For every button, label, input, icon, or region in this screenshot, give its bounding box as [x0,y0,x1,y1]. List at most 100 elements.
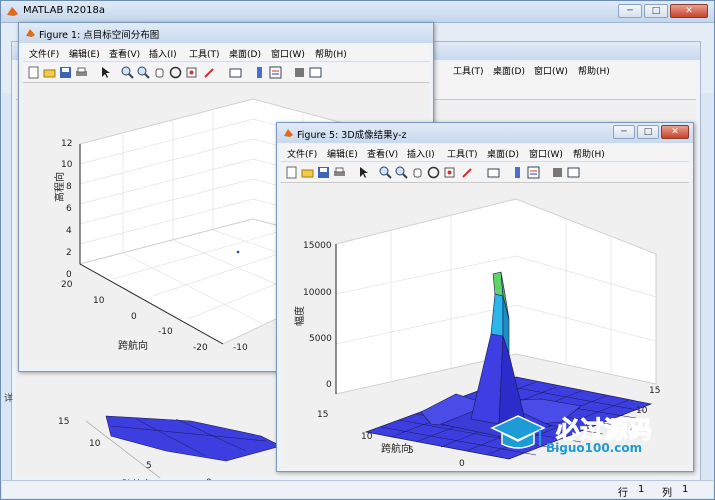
bg-menu-window[interactable]: 窗口(W) [534,64,568,77]
f1-zlabel: 高程向 [55,172,66,202]
f5-ztick-15000: 15000 [303,241,332,251]
menu-view[interactable]: 查看(V) [109,47,140,60]
maximize-button[interactable]: □ [644,4,668,18]
f5-xlabel: 跨航向 [381,444,411,455]
f1-ztick-2: 2 [66,248,72,258]
legend-icon[interactable] [527,166,540,179]
col-value: 1 [682,484,689,495]
figure-icon [26,29,35,37]
pointer-icon[interactable] [99,66,112,79]
link-plot-icon[interactable] [229,66,242,79]
brush-icon[interactable] [203,66,216,79]
f5-ytick-15: 15 [317,410,329,420]
menu-insert[interactable]: 插入(I) [149,47,177,60]
f1-ztick-4: 4 [66,226,72,236]
menu-file[interactable]: 文件(F) [287,147,317,160]
graduation-cap-logo-icon [490,415,546,449]
pointer-icon[interactable] [357,166,370,179]
menu-tools[interactable]: 工具(T) [189,47,220,60]
figure5-title: Figure 5: 3D成像结果y-z [297,130,407,141]
app-title: MATLAB R2018a [23,5,106,16]
f1-ztick-0: 0 [66,270,72,280]
zoom-out-icon[interactable] [395,166,408,179]
open-file-icon[interactable] [43,66,56,79]
brush-icon[interactable] [461,166,474,179]
bg-menu-help[interactable]: 帮助(H) [578,64,610,77]
f1-ztick-10: 10 [61,160,73,170]
bg-menu-tools[interactable]: 工具(T) [453,64,484,77]
new-figure-icon[interactable] [27,66,40,79]
bg-tick-10: 10 [89,439,101,449]
f5-ytick-10: 10 [361,432,373,442]
zoom-in-icon[interactable] [379,166,392,179]
f1-ztick-6: 6 [66,204,72,214]
menu-window[interactable]: 窗口(W) [271,47,305,60]
point-target-marker [236,250,240,254]
figure1-title-bar[interactable]: Figure 1: 点目标空间分布图 [19,23,433,43]
menu-desktop[interactable]: 桌面(D) [229,47,261,60]
zoom-out-icon[interactable] [137,66,150,79]
f5-ztick-0: 0 [326,380,332,390]
bg-tick-15: 15 [58,417,70,427]
figure5-title-bar[interactable]: Figure 5: 3D成像结果y-z ─ □ ✕ [277,123,693,143]
open-file-icon[interactable] [301,166,314,179]
data-cursor-icon[interactable] [185,66,198,79]
link-plot-icon[interactable] [487,166,500,179]
rotate-3d-icon[interactable] [427,166,440,179]
col-label: 列 [662,488,672,499]
f1-xlabel: 跨航向 [118,341,148,352]
hide-plot-tools-icon[interactable] [293,66,306,79]
f1-ztick-12: 12 [61,139,73,149]
row-label: 行 [618,488,628,499]
hide-plot-tools-icon[interactable] [551,166,564,179]
menu-file[interactable]: 文件(F) [29,47,59,60]
f1-ytick-10: 10 [93,296,105,306]
save-icon[interactable] [317,166,330,179]
new-figure-icon[interactable] [285,166,298,179]
zoom-in-icon[interactable] [121,66,134,79]
menu-help[interactable]: 帮助(H) [315,47,347,60]
f5-close-button[interactable]: ✕ [661,125,689,139]
menu-edit[interactable]: 编辑(E) [69,47,100,60]
main-title-bar: MATLAB R2018a ─ □ ✕ [1,1,714,23]
close-button[interactable]: ✕ [670,4,708,18]
save-icon[interactable] [59,66,72,79]
menu-help[interactable]: 帮助(H) [573,147,605,160]
f5-ztick-5000: 5000 [309,334,332,344]
f5-ytick-0: 0 [459,459,465,469]
menu-desktop[interactable]: 桌面(D) [487,147,519,160]
side-panel-label: 详 [4,394,14,404]
pan-hand-icon[interactable] [411,166,424,179]
print-icon[interactable] [75,66,88,79]
f1-ytick-neg20: -20 [193,343,208,353]
f5-maximize-button[interactable]: □ [637,125,659,139]
watermark: 必过源码 Biguo100.com [488,410,703,460]
f5-zlabel: 幅度 [295,306,306,326]
figure5-menubar: 文件(F) 编辑(E) 查看(V) 插入(I) 工具(T) 桌面(D) 窗口(W… [281,144,689,162]
minimize-button[interactable]: ─ [618,4,642,18]
f1-ytick-0: 0 [131,312,137,322]
data-cursor-icon[interactable] [443,166,456,179]
show-plot-tools-icon[interactable] [567,166,580,179]
menu-insert[interactable]: 插入(I) [407,147,435,160]
f1-xtick-neg10: -10 [233,343,248,353]
f1-ztick-8: 8 [66,182,72,192]
rotate-3d-icon[interactable] [169,66,182,79]
colorbar-icon[interactable] [511,166,524,179]
menu-tools[interactable]: 工具(T) [447,147,478,160]
menu-view[interactable]: 查看(V) [367,147,398,160]
f5-xtick-15: 15 [649,386,661,396]
status-bar: 行 1 列 1 [2,480,713,499]
colorbar-icon[interactable] [253,66,266,79]
pan-hand-icon[interactable] [153,66,166,79]
f5-minimize-button[interactable]: ─ [613,125,635,139]
show-plot-tools-icon[interactable] [309,66,322,79]
legend-icon[interactable] [269,66,282,79]
bg-menu-desktop[interactable]: 桌面(D) [493,64,525,77]
watermark-cn-text: 必过源码 [556,416,653,445]
menu-window[interactable]: 窗口(W) [529,147,563,160]
f1-ytick-neg10: -10 [158,327,173,337]
matlab-logo-icon [7,7,18,16]
print-icon[interactable] [333,166,346,179]
menu-edit[interactable]: 编辑(E) [327,147,358,160]
